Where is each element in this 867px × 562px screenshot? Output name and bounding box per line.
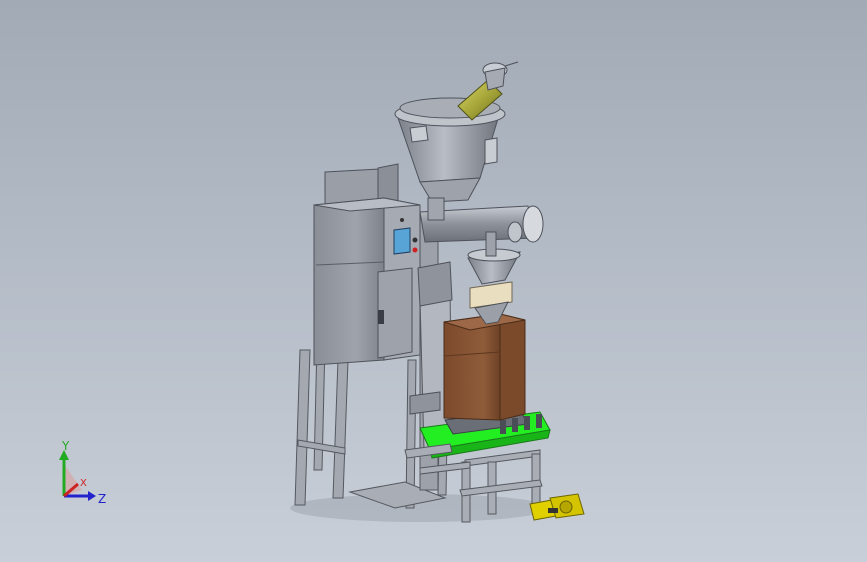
- z-axis-label: Z: [98, 492, 106, 506]
- control-cabinet: [313, 197, 421, 366]
- hmi-screen: [393, 227, 411, 255]
- filling-head: [467, 248, 521, 325]
- y-axis-label: Y: [61, 440, 70, 453]
- z-axis-arrowhead: [88, 491, 96, 501]
- bag: [443, 313, 526, 421]
- main-hopper: [394, 97, 506, 221]
- axis-triad: Y X Z: [59, 440, 106, 506]
- machine-model: [290, 61, 585, 523]
- cad-viewport[interactable]: Y X Z: [0, 0, 867, 562]
- x-axis-label: X: [80, 478, 87, 489]
